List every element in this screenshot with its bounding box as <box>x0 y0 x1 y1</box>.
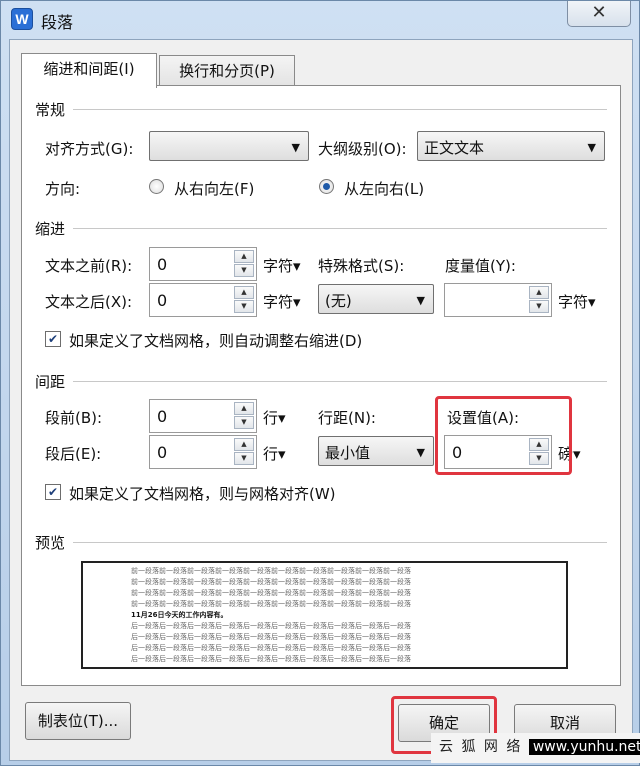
measure-label: 度量值(Y): <box>445 257 516 275</box>
indent-after-unit[interactable]: 字符▾ <box>263 291 301 312</box>
rtl-label[interactable]: 从右向左(F) <box>174 178 254 199</box>
outline-level-label: 大纲级别(O): <box>318 140 407 158</box>
special-format-select[interactable]: (无) ▼ <box>318 284 434 314</box>
watermark-url: www.yunhu.net <box>528 739 640 755</box>
spin-down-icon[interactable]: ▼ <box>234 416 254 429</box>
paragraph-preview: 前一段落前一段落前一段落前一段落前一段落前一段落前一段落前一段落前一段落前一段落… <box>81 561 568 669</box>
group-divider <box>73 228 607 229</box>
spin-up-icon[interactable]: ▲ <box>234 402 254 415</box>
spin-up-icon[interactable]: ▲ <box>234 250 254 263</box>
space-before-input[interactable]: 0 ▲ ▼ <box>149 399 257 433</box>
indent-before-unit[interactable]: 字符▾ <box>263 255 301 276</box>
measure-input[interactable]: ▲ ▼ <box>444 283 552 317</box>
snap-to-grid-checkbox[interactable]: ✔ <box>45 484 61 500</box>
close-icon: ✕ <box>591 2 607 23</box>
auto-adjust-indent-checkbox[interactable]: ✔ <box>45 331 61 347</box>
dialog-title: 段落 <box>41 13 74 32</box>
chevron-down-icon: ▼ <box>416 294 425 307</box>
chevron-down-icon: ▼ <box>291 141 300 154</box>
ltr-label[interactable]: 从左向右(L) <box>344 178 424 199</box>
preview-prev-line: 前一段落前一段落前一段落前一段落前一段落前一段落前一段落前一段落前一段落前一段落 <box>131 567 411 575</box>
preview-prev-line: 前一段落前一段落前一段落前一段落前一段落前一段落前一段落前一段落前一段落前一段落 <box>131 578 411 586</box>
indent-after-input[interactable]: 0 ▲ ▼ <box>149 283 257 317</box>
chevron-down-icon: ▼ <box>416 446 425 459</box>
preview-next-line: 后一段落后一段落后一段落后一段落后一段落后一段落后一段落后一段落后一段落后一段落 <box>131 655 411 663</box>
group-label-general: 常规 <box>35 101 66 119</box>
spin-down-icon[interactable]: ▼ <box>234 264 254 277</box>
group-divider <box>73 109 607 110</box>
space-before-unit[interactable]: 行▾ <box>263 407 286 428</box>
indent-before-label: 文本之前(R): <box>45 257 133 275</box>
space-after-label: 段后(E): <box>45 445 102 463</box>
space-after-unit[interactable]: 行▾ <box>263 443 286 464</box>
indent-after-label: 文本之后(X): <box>45 293 133 311</box>
watermark: 云 狐 网 络 www.yunhu.net <box>431 733 640 763</box>
spin-up-icon[interactable]: ▲ <box>234 286 254 299</box>
line-spacing-label: 行距(N): <box>318 409 376 427</box>
tab-line-page-breaks[interactable]: 换行和分页(P) <box>159 55 295 88</box>
group-label-preview: 预览 <box>35 534 66 552</box>
special-format-value: (无) <box>325 292 352 310</box>
line-spacing-select[interactable]: 最小值 ▼ <box>318 436 434 466</box>
radio-rtl[interactable] <box>149 179 164 194</box>
title-bar: W 段落 ✕ <box>1 1 640 39</box>
spin-down-icon[interactable]: ▼ <box>234 452 254 465</box>
spin-up-icon[interactable]: ▲ <box>529 286 549 299</box>
preview-prev-line: 前一段落前一段落前一段落前一段落前一段落前一段落前一段落前一段落前一段落前一段落 <box>131 600 411 608</box>
preview-next-line: 后一段落后一段落后一段落后一段落后一段落后一段落后一段落后一段落后一段落后一段落 <box>131 644 411 652</box>
space-before-label: 段前(B): <box>45 409 103 427</box>
wps-writer-icon: W <box>11 8 33 30</box>
snap-to-grid-label[interactable]: 如果定义了文档网格，则与网格对齐(W) <box>69 483 336 504</box>
tab-stops-button[interactable]: 制表位(T)... <box>25 702 131 740</box>
space-before-value: 0 <box>157 407 168 426</box>
setting-value-highlight <box>435 396 572 475</box>
measure-unit[interactable]: 字符▾ <box>558 291 596 312</box>
direction-label: 方向: <box>45 180 81 198</box>
close-button[interactable]: ✕ <box>567 1 631 27</box>
chevron-down-icon: ▼ <box>587 141 596 154</box>
dialog-frame: W 段落 ✕ 缩进和间距(I) 换行和分页(P) 常规 对齐方式(G): ▼ 大… <box>0 0 640 766</box>
radio-ltr[interactable] <box>319 179 334 194</box>
alignment-select[interactable]: ▼ <box>149 131 309 161</box>
group-divider <box>73 542 607 543</box>
group-label-spacing: 间距 <box>35 373 66 391</box>
space-after-value: 0 <box>157 443 168 462</box>
group-label-indent: 缩进 <box>35 220 66 238</box>
space-after-input[interactable]: 0 ▲ ▼ <box>149 435 257 469</box>
line-spacing-value: 最小值 <box>325 444 371 462</box>
tab-indent-spacing[interactable]: 缩进和间距(I) <box>21 53 157 88</box>
preview-sample-line: 11月26日今天的工作内容有。 <box>131 611 228 619</box>
preview-prev-line: 前一段落前一段落前一段落前一段落前一段落前一段落前一段落前一段落前一段落前一段落 <box>131 589 411 597</box>
indent-after-value: 0 <box>157 291 168 310</box>
indent-before-value: 0 <box>157 255 168 274</box>
outline-level-value: 正文文本 <box>424 139 485 157</box>
alignment-label: 对齐方式(G): <box>45 140 134 158</box>
preview-next-line: 后一段落后一段落后一段落后一段落后一段落后一段落后一段落后一段落后一段落后一段落 <box>131 633 411 641</box>
spin-down-icon[interactable]: ▼ <box>529 300 549 313</box>
special-format-label: 特殊格式(S): <box>318 257 405 275</box>
indent-before-input[interactable]: 0 ▲ ▼ <box>149 247 257 281</box>
outline-level-select[interactable]: 正文文本 ▼ <box>417 131 605 161</box>
auto-adjust-indent-label[interactable]: 如果定义了文档网格，则自动调整右缩进(D) <box>69 330 362 351</box>
preview-next-line: 后一段落后一段落后一段落后一段落后一段落后一段落后一段落后一段落后一段落后一段落 <box>131 622 411 630</box>
watermark-name: 云 狐 网 络 <box>439 739 523 755</box>
group-divider <box>73 381 607 382</box>
spin-down-icon[interactable]: ▼ <box>234 300 254 313</box>
spin-up-icon[interactable]: ▲ <box>234 438 254 451</box>
